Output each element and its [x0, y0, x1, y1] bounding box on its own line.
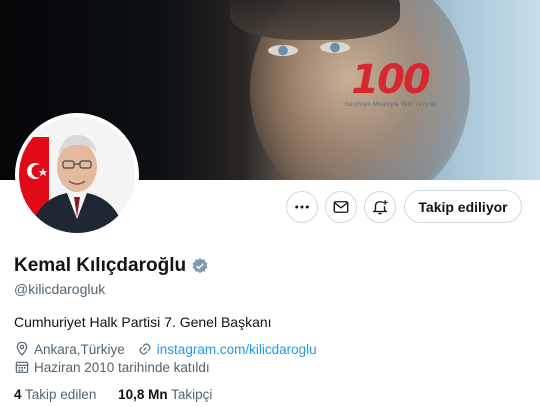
profile-meta-row: Ankara,Türkiye instagram.com/kilicdarogl…: [14, 341, 317, 357]
followers-label: Takipçi: [171, 387, 213, 402]
following-count: 4: [14, 387, 22, 402]
more-button[interactable]: [286, 191, 318, 223]
following-button[interactable]: Takip ediliyor: [404, 190, 522, 223]
banner-eye-left: [268, 45, 298, 56]
profile-joined-row: Haziran 2010 tarihinde katıldı: [14, 359, 210, 375]
calendar-icon: [14, 359, 30, 375]
bell-plus-icon: [372, 200, 388, 215]
profile-handle: @kilicdarogluk: [14, 281, 106, 297]
more-icon: [295, 205, 309, 209]
profile-bio: Cumhuriyet Halk Partisi 7. Genel Başkanı: [14, 314, 272, 330]
message-button[interactable]: [325, 191, 357, 223]
avatar[interactable]: [15, 113, 139, 237]
notify-button[interactable]: [364, 191, 396, 223]
verified-badge-icon[interactable]: [191, 257, 209, 275]
profile-name-row: Kemal Kılıçdaroğlu: [14, 255, 209, 277]
link-icon: [137, 341, 153, 357]
banner-brand: 100 Geçmişin Mirasıyla Yeni Yüzyıla: [335, 60, 445, 108]
banner-brand-tagline: Geçmişin Mirasıyla Yeni Yüzyıla: [344, 102, 436, 108]
following-link[interactable]: 4 Takip edilen: [14, 387, 96, 402]
profile-website-link[interactable]: instagram.com/kilicdaroglu: [157, 342, 317, 357]
banner-portrait-hair: [230, 0, 400, 40]
banner-brand-number: 100: [351, 57, 431, 103]
profile-joined: Haziran 2010 tarihinde katıldı: [34, 359, 210, 375]
banner-eye-right: [320, 42, 350, 53]
following-label: Takip edilen: [25, 387, 97, 402]
profile-name: Kemal Kılıçdaroğlu: [14, 255, 187, 276]
location-icon: [14, 341, 30, 357]
avatar-photo: [19, 117, 135, 233]
followers-link[interactable]: 10,8 Mn Takipçi: [118, 387, 212, 402]
follow-stats: 4 Takip edilen 10,8 Mn Takipçi: [14, 387, 212, 402]
message-icon: [333, 201, 349, 213]
followers-count: 10,8 Mn: [118, 387, 168, 402]
profile-location: Ankara,Türkiye: [34, 341, 125, 357]
